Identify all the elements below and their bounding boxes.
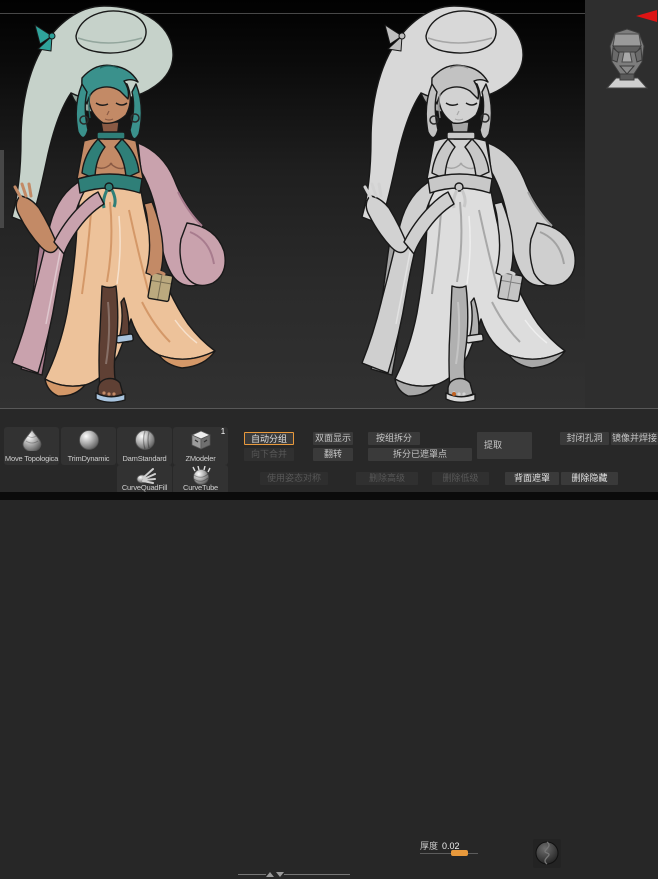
button-close-holes[interactable]: 封闭孔洞 xyxy=(560,432,609,445)
button-use-posable-symmetry[interactable]: 使用姿态对称 xyxy=(260,472,328,485)
brush-curvetube[interactable]: CurveTube xyxy=(173,465,228,494)
brush-trimdynamic[interactable]: TrimDynamic xyxy=(61,427,116,465)
subtool-sphere-button[interactable] xyxy=(533,839,561,868)
button-double-display[interactable]: 双面显示 xyxy=(313,432,353,445)
brush-curvequadfill[interactable]: CurveQuadFill xyxy=(117,465,172,494)
thickness-slider-handle[interactable] xyxy=(451,850,468,856)
model-colored[interactable] xyxy=(0,2,232,408)
teardrop-mesh-brush-icon xyxy=(22,429,41,451)
button-flip[interactable]: 翻转 xyxy=(313,448,353,461)
zmodeler-count-badge: 1 xyxy=(220,427,225,436)
button-mirror-and-weld[interactable]: 镜像并焊接 xyxy=(611,432,658,445)
left-edge-strip xyxy=(0,150,4,228)
button-split-masked-points[interactable]: 拆分已遮罩点 xyxy=(368,448,472,461)
subtool-sphere-icon xyxy=(535,841,559,865)
model-clay[interactable] xyxy=(342,2,582,408)
active-tool-thumbnail[interactable] xyxy=(603,26,651,90)
brush-zmodeler[interactable]: 1 ZModeler xyxy=(173,427,228,465)
brush-damstandard[interactable]: DamStandard xyxy=(117,427,172,465)
button-split-by-groups[interactable]: 按组拆分 xyxy=(368,432,420,445)
grooved-sphere-brush-icon xyxy=(134,430,155,450)
thickness-slider-track[interactable] xyxy=(420,853,478,854)
button-delete-lower[interactable]: 删除低级 xyxy=(432,472,489,485)
button-extract[interactable]: 提取 xyxy=(477,432,532,459)
stray-orange-dot xyxy=(452,392,456,396)
panel-divider xyxy=(238,874,350,875)
right-tray xyxy=(585,0,658,408)
arrow-up-icon xyxy=(266,872,274,877)
zbrush-window: Move Topologica TrimDynamic DamStandard … xyxy=(0,0,658,879)
button-delete-higher[interactable]: 删除高级 xyxy=(356,472,418,485)
arrow-down-icon xyxy=(276,872,284,877)
brush-move-topological[interactable]: Move Topologica xyxy=(4,427,59,465)
viewport-canvas[interactable] xyxy=(0,0,585,408)
bottom-black-strip xyxy=(0,492,658,500)
panel-collapse-arrows-icon[interactable] xyxy=(266,870,284,879)
smooth-sphere-brush-icon xyxy=(78,430,99,450)
tray-collapse-icon[interactable] xyxy=(636,10,657,22)
button-delete-hidden[interactable]: 删除隐藏 xyxy=(561,472,618,485)
button-auto-groups[interactable]: 自动分组 xyxy=(244,432,294,445)
button-merge-down[interactable]: 向下合并 xyxy=(244,448,294,461)
cube-arrows-brush-icon xyxy=(190,430,211,450)
bottom-toolbar: Move Topologica TrimDynamic DamStandard … xyxy=(0,408,658,879)
button-backface-mask[interactable]: 背面遮罩 xyxy=(505,472,559,485)
